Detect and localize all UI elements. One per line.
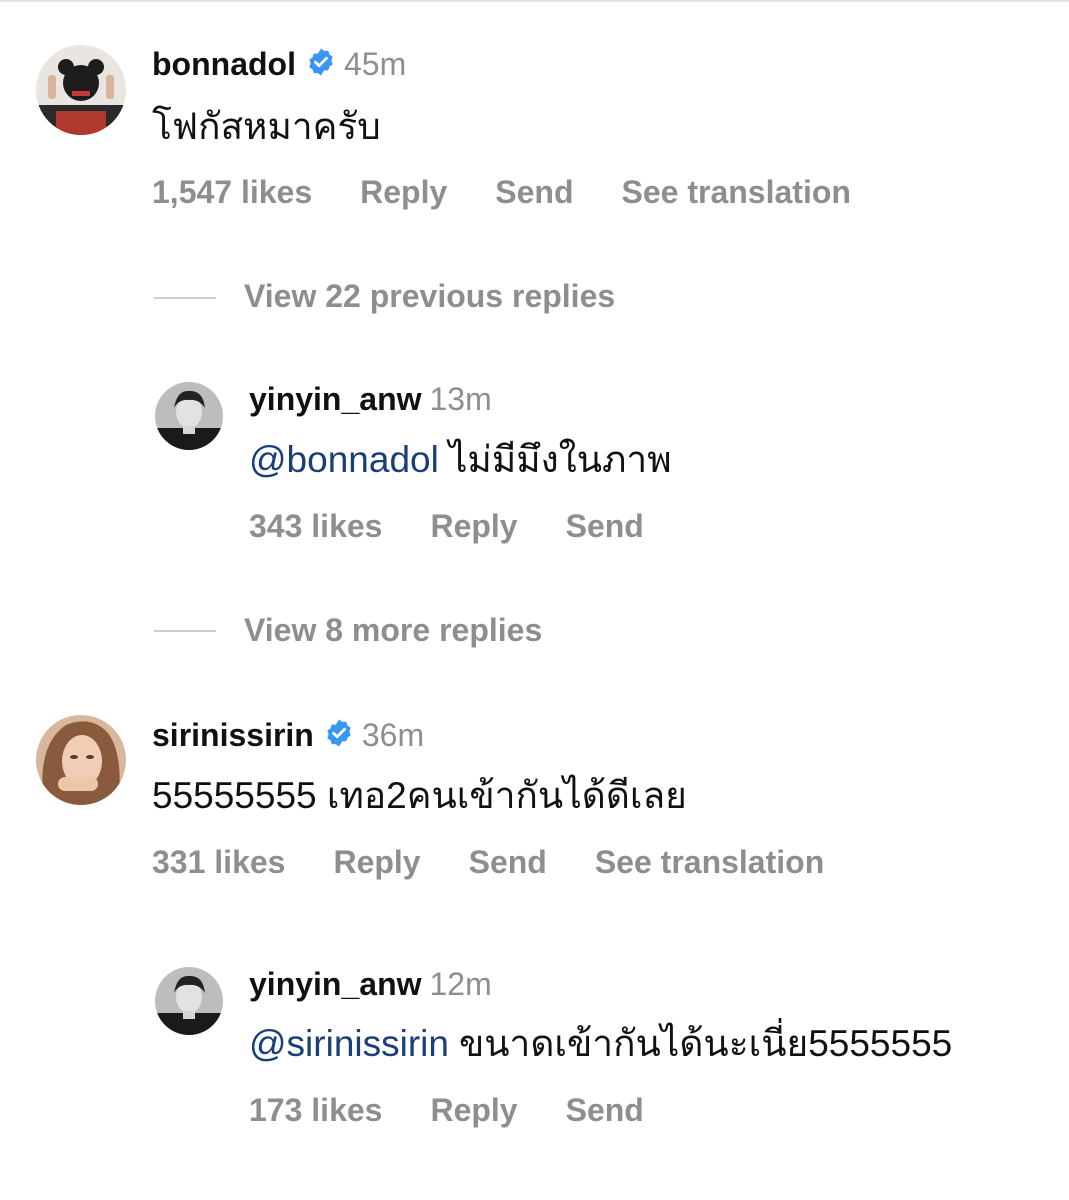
see-translation-button[interactable]: See translation <box>595 844 824 880</box>
reply-button[interactable]: Reply <box>430 1092 517 1128</box>
mention-link[interactable]: @bonnadol <box>249 439 439 480</box>
comment-username[interactable]: sirinissirin <box>152 717 314 753</box>
send-button[interactable]: Send <box>566 508 644 544</box>
reply-button[interactable]: Reply <box>430 508 517 544</box>
comment-time: 45m <box>343 46 407 82</box>
likes-count[interactable]: 331 likes <box>152 844 285 880</box>
send-button[interactable]: Send <box>566 1092 644 1128</box>
comment-text: โฟกัสหมาครับ <box>152 106 381 147</box>
reply-username[interactable]: yinyin_anw <box>249 381 422 417</box>
send-button[interactable]: Send <box>495 174 573 210</box>
avatar-sirinissirin[interactable] <box>36 715 126 805</box>
avatar-bonnadol[interactable] <box>36 45 126 135</box>
send-button[interactable]: Send <box>469 844 547 880</box>
verified-badge-icon <box>306 47 336 77</box>
reply-actions: 173 likes Reply Send <box>249 1090 692 1130</box>
likes-count[interactable]: 343 likes <box>249 508 382 544</box>
reply-username[interactable]: yinyin_anw <box>249 966 422 1002</box>
reply-time: 12m <box>429 966 492 1002</box>
reply-text: ขนาดเข้ากันได้นะเนี่ย5555555 <box>458 1023 953 1064</box>
see-translation-button[interactable]: See translation <box>622 174 851 210</box>
replies-divider-line <box>154 630 216 632</box>
avatar-yinyin-anw[interactable] <box>155 382 223 450</box>
reply-button[interactable]: Reply <box>333 844 420 880</box>
likes-count[interactable]: 173 likes <box>249 1092 382 1128</box>
view-previous-replies-button[interactable]: View 22 previous replies <box>244 276 615 316</box>
comment-text: 55555555 เทอ2คนเข้ากันได้ดีเลย <box>152 775 687 816</box>
avatar-yinyin-anw[interactable] <box>155 967 223 1035</box>
comment-time: 36m <box>361 717 425 753</box>
reply-actions: 343 likes Reply Send <box>249 506 692 546</box>
top-divider <box>0 0 1069 2</box>
reply-text: ไม่มีมึงในภาพ <box>448 439 672 480</box>
reply-button[interactable]: Reply <box>360 174 447 210</box>
comment-actions: 331 likes Reply Send See translation <box>152 842 872 882</box>
comment-username[interactable]: bonnadol <box>152 46 296 82</box>
mention-link[interactable]: @sirinissirin <box>249 1023 449 1064</box>
verified-badge-icon <box>324 718 354 748</box>
reply-time: 13m <box>429 381 492 417</box>
replies-divider-line <box>154 297 216 299</box>
likes-count[interactable]: 1,547 likes <box>152 174 312 210</box>
comment-actions: 1,547 likes Reply Send See translation <box>152 172 899 212</box>
view-more-replies-button[interactable]: View 8 more replies <box>244 610 542 650</box>
